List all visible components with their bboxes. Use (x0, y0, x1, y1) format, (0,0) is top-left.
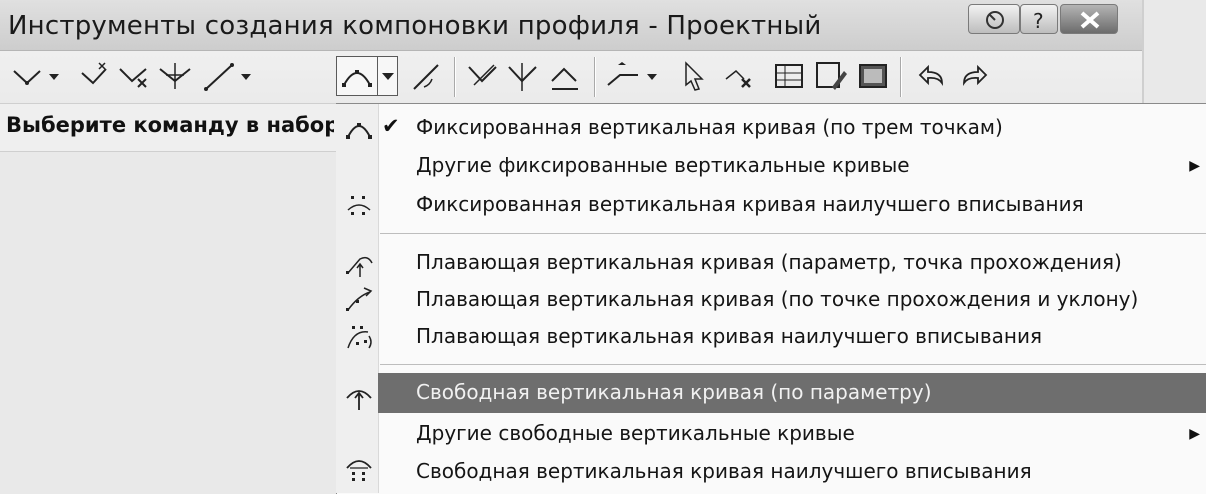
chevron-down-icon[interactable] (46, 57, 62, 95)
insert-pvi-icon[interactable] (504, 57, 542, 95)
menu-item-fixed-best-fit[interactable]: Фиксированная вертикальная кривая наилуч… (378, 185, 1206, 225)
menu-item-label: Свободная вертикальная кривая (по параме… (416, 380, 932, 404)
menu-item-other-free-curves[interactable]: Другие свободные вертикальные кривые ▶ (378, 414, 1206, 454)
menu-item-label: Плавающая вертикальная кривая (параметр,… (416, 250, 1122, 274)
chevron-down-icon[interactable] (644, 57, 660, 95)
menu-item-label: Другие фиксированные вертикальные кривые (416, 153, 910, 177)
title-bar[interactable]: Инструменты создания компоновки профиля … (0, 0, 1142, 51)
pvi-move-icon[interactable] (116, 57, 154, 95)
pvi-insert-icon[interactable] (8, 57, 46, 95)
submenu-arrow-icon: ▶ (1189, 426, 1200, 442)
vertical-curve-button[interactable] (336, 56, 398, 96)
panorama-icon[interactable] (854, 57, 892, 95)
floating-curve-grade-icon (346, 287, 373, 311)
menu-separator (380, 233, 1206, 234)
help-icon[interactable] (968, 4, 1020, 34)
menu-item-label: Свободная вертикальная кривая наилучшего… (416, 459, 1032, 483)
select-entity-icon[interactable] (676, 57, 714, 95)
submenu-arrow-icon: ▶ (1189, 158, 1200, 174)
free-curve-param-icon (346, 390, 372, 410)
delete-pvi-icon[interactable] (546, 57, 584, 95)
grid-view-icon[interactable] (770, 57, 808, 95)
three-point-curve-icon (346, 123, 372, 139)
svg-text:?: ? (1033, 9, 1044, 33)
redo-icon[interactable] (956, 57, 994, 95)
question-icon[interactable]: ? (1020, 4, 1058, 34)
menu-item-label: Фиксированная вертикальная кривая наилуч… (416, 192, 1084, 216)
menu-item-label: Другие свободные вертикальные кривые (416, 421, 855, 445)
floating-best-fit-icon (347, 326, 372, 349)
window-title: Инструменты создания компоновки профиля … (8, 11, 822, 41)
close-icon[interactable] (1060, 4, 1118, 34)
pvi-delete-icon[interactable] (76, 57, 114, 95)
delete-entity-icon[interactable] (720, 57, 758, 95)
menu-item-label: Фиксированная вертикальная кривая (по тр… (416, 115, 1003, 139)
free-best-fit-icon (346, 460, 372, 481)
menu-item-floating-grade[interactable]: Плавающая вертикальная кривая (по точке … (378, 280, 1206, 320)
grade-icon[interactable] (604, 57, 642, 95)
toolbar-separator (454, 57, 456, 97)
pvi-edit-icon[interactable] (156, 57, 194, 95)
menu-item-other-fixed-curves[interactable]: Другие фиксированные вертикальные кривые… (378, 146, 1206, 186)
menu-item-free-param[interactable]: Свободная вертикальная кривая (по параме… (378, 373, 1206, 413)
toolbar-separator (594, 57, 596, 97)
menu-item-label: Плавающая вертикальная кривая наилучшего… (416, 324, 1042, 348)
menu-separator (380, 364, 1206, 365)
vertical-curve-icon (342, 70, 372, 87)
edit-view-icon[interactable] (812, 57, 850, 95)
menu-item-floating-param[interactable]: Плавающая вертикальная кривая (параметр,… (378, 243, 1206, 283)
menu-item-free-best-fit[interactable]: Свободная вертикальная кривая наилучшего… (378, 452, 1206, 492)
curve-settings-icon[interactable] (408, 57, 446, 95)
chevron-down-icon[interactable] (378, 57, 398, 95)
menu-item-label: Плавающая вертикальная кривая (по точке … (416, 287, 1139, 311)
pvi-based-icon[interactable] (464, 57, 502, 95)
menu-item-floating-best-fit[interactable]: Плавающая вертикальная кривая наилучшего… (378, 317, 1206, 357)
command-prompt: Выберите команду в наборе и (6, 113, 334, 137)
floating-curve-param-icon (346, 256, 373, 277)
profile-toolbar (0, 51, 1142, 103)
menu-item-three-point-curve[interactable]: ✔ Фиксированная вертикальная кривая (по … (378, 108, 1206, 148)
toolbar-separator (900, 57, 902, 97)
line-tangent-icon[interactable] (200, 57, 238, 95)
undo-icon[interactable] (912, 57, 950, 95)
check-icon: ✔ (382, 114, 400, 138)
best-fit-curve-icon (347, 196, 371, 215)
chevron-down-icon[interactable] (238, 57, 254, 95)
